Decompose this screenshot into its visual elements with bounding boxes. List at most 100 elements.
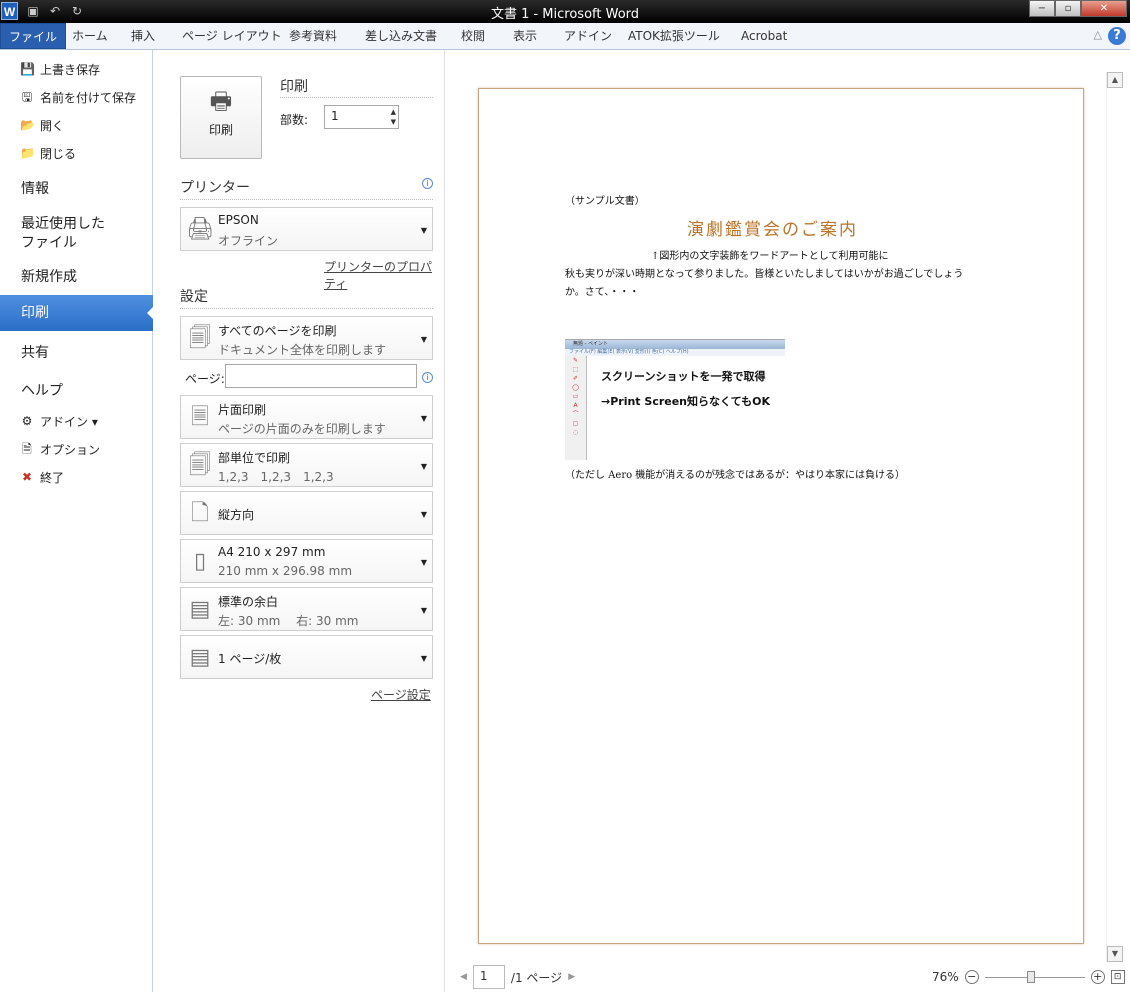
options-icon: 🗎	[22, 442, 32, 456]
window-title: 文書 1 - Microsoft Word	[490, 7, 640, 22]
open-folder-icon: 📂	[20, 118, 35, 132]
nav-info[interactable]: 情報	[21, 178, 49, 198]
scroll-up-icon[interactable]: ▲	[1107, 72, 1123, 88]
nav-close[interactable]: 📁 閉じる	[20, 142, 76, 164]
pages-input[interactable]	[225, 364, 417, 388]
nav-help[interactable]: ヘルプ	[21, 380, 63, 400]
info-icon[interactable]: i	[422, 372, 433, 383]
collate-dropdown[interactable]: 🗐 部単位で印刷 1,2,3 1,2,3 1,2,3 ▼	[180, 443, 433, 487]
close-folder-icon: 📁	[20, 146, 35, 160]
zoom-slider[interactable]	[984, 970, 1085, 983]
tab-view[interactable]: 表示	[507, 23, 543, 49]
paper-size-dropdown[interactable]: ▯ A4 210 x 297 mm 210 mm x 296.98 mm ▼	[180, 539, 433, 583]
nav-label: 開く	[40, 118, 65, 133]
sided-desc: ページの片面のみを印刷します	[218, 422, 386, 436]
pages-per-sheet-dropdown[interactable]: ▤ 1 ページ/枚 ▼	[180, 635, 433, 679]
tab-atok[interactable]: ATOK拡張ツール	[622, 23, 726, 49]
nav-addins[interactable]: ⚙ アドイン ▾	[20, 410, 98, 432]
orientation-dropdown[interactable]: 🗋 縦方向 ▼	[180, 491, 433, 535]
print-button[interactable]: 🖶 印刷	[180, 76, 262, 159]
embedded-screenshot: 無題 - ペイント ファイル(F) 編集(E) 表示(V) 変形(I) 色(C)…	[565, 339, 785, 460]
margins-desc: 左: 30 mm 右: 30 mm	[218, 614, 359, 628]
addin-icon: ⚙	[21, 414, 33, 428]
nav-recent-line2[interactable]: ファイル	[21, 232, 77, 252]
help-icon[interactable]: ?	[1108, 27, 1126, 45]
print-settings-panel: 🖶 印刷 印刷 部数: 1 ▲ ▼ プリンター i 🖨 EPSON オフライン ▼…	[153, 50, 445, 992]
paint-toolbox-icon: ✎ ⬚ ✐ ◯ ▭ A ⌒ ▢ ◌	[565, 356, 587, 460]
nav-label: 終了	[40, 470, 65, 485]
print-preview: （サンプル文書） 演劇鑑賞会のご案内 ↑図形内の文字装飾をワードアートとして利用…	[446, 50, 1130, 992]
nav-save[interactable]: 💾 上書き保存	[20, 58, 100, 80]
margins-dropdown[interactable]: ▤ 標準の余白 左: 30 mm 右: 30 mm ▼	[180, 587, 433, 631]
tab-review[interactable]: 校閲	[455, 23, 491, 49]
tab-insert[interactable]: 挿入	[125, 23, 161, 49]
scroll-down-icon[interactable]: ▼	[1107, 946, 1123, 962]
nav-recent-line1[interactable]: 最近使用した	[21, 213, 105, 233]
close-button[interactable]: ✕	[1081, 0, 1127, 17]
nav-save-as[interactable]: 🖫 名前を付けて保存	[20, 86, 136, 108]
body-line-1: 秋も実りが深い時期となって参りました。皆様といたしましてはいかがお過ごしでしょう	[565, 269, 964, 280]
current-page-input[interactable]: 1	[472, 965, 505, 989]
copies-value: 1	[331, 109, 339, 123]
nav-label: アドイン ▾	[40, 414, 98, 429]
orientation-title: 縦方向	[218, 508, 255, 522]
maximize-button[interactable]: ▫	[1055, 0, 1081, 17]
save-as-icon: 🖫	[21, 90, 33, 104]
print-range-dropdown[interactable]: 🗐 すべてのページを印刷 ドキュメント全体を印刷します ▼	[180, 316, 433, 360]
copies-stepper[interactable]: 1 ▲ ▼	[324, 105, 399, 129]
tab-page-layout[interactable]: ページ レイアウト	[176, 23, 288, 49]
sided-title: 片面印刷	[218, 403, 267, 417]
ribbon-tabs: ファイル ホーム 挿入 ページ レイアウト 参考資料 差し込み文書 校閲 表示 …	[0, 23, 1130, 50]
portrait-icon: 🗋	[191, 501, 209, 526]
previous-page-icon[interactable]: ◀	[460, 972, 467, 982]
tab-references[interactable]: 参考資料	[283, 23, 343, 49]
collate-desc: 1,2,3 1,2,3 1,2,3	[218, 470, 334, 484]
nav-new[interactable]: 新規作成	[21, 266, 77, 286]
zoom-out-icon[interactable]: −	[964, 970, 979, 984]
sided-dropdown[interactable]: 🗏 片面印刷 ページの片面のみを印刷します ▼	[180, 395, 433, 439]
window-controls: − ▫ ✕	[1029, 0, 1127, 17]
printer-heading: プリンター	[180, 180, 250, 196]
zoom-percent[interactable]: 76%	[932, 970, 959, 984]
zoom-slider-thumb[interactable]	[1026, 970, 1035, 983]
print-section-title: 印刷	[280, 79, 308, 95]
backstage-nav: 💾 上書き保存 🖫 名前を付けて保存 📂 開く 📁 閉じる 情報 最近使用した …	[0, 50, 154, 992]
tab-home[interactable]: ホーム	[66, 23, 114, 49]
margins-title: 標準の余白	[218, 595, 279, 609]
info-icon[interactable]: i	[422, 178, 433, 189]
screenshot-line-1: スクリーンショットを一発で取得	[601, 370, 766, 383]
nav-label: オプション	[40, 442, 101, 457]
zoom-in-icon[interactable]: +	[1090, 970, 1105, 984]
vertical-scrollbar[interactable]: ▲ ▼	[1106, 72, 1123, 962]
zoom-to-page-icon[interactable]: ⊡	[1110, 970, 1125, 984]
screenshot-line-2: →Print Screen知らなくてもOK	[601, 395, 771, 408]
pages-per-sheet-icon: ▤	[189, 645, 211, 670]
exit-icon: ✖	[21, 470, 33, 484]
printer-dropdown[interactable]: 🖨 EPSON オフライン ▼	[180, 207, 433, 251]
nav-share[interactable]: 共有	[21, 342, 49, 362]
tab-file[interactable]: ファイル	[0, 23, 67, 49]
save-icon: 💾	[20, 62, 35, 76]
one-sided-icon: 🗏	[191, 405, 209, 430]
collate-title: 部単位で印刷	[218, 451, 291, 465]
screenshot-title-bar: 無題 - ペイント	[565, 340, 785, 349]
page-setup-link[interactable]: ページ設定	[371, 686, 431, 703]
nav-label: 名前を付けて保存	[40, 90, 137, 105]
minimize-ribbon-icon[interactable]: △	[1094, 28, 1102, 41]
tab-addins[interactable]: アドイン	[558, 23, 618, 49]
chevron-down-icon: ▼	[420, 654, 427, 663]
tab-mailings[interactable]: 差し込み文書	[359, 23, 443, 49]
nav-options[interactable]: 🗎 オプション	[20, 438, 100, 460]
stepper-arrows-icon[interactable]: ▲ ▼	[391, 107, 396, 127]
persheet-title: 1 ページ/枚	[218, 652, 282, 666]
page-navigator: ◀ 1 /1 ページ ▶	[460, 965, 575, 989]
nav-exit[interactable]: ✖ 終了	[20, 466, 64, 488]
nav-open[interactable]: 📂 開く	[20, 114, 64, 136]
nav-print[interactable]: 印刷	[0, 295, 154, 331]
printer-icon: 🖶	[209, 87, 233, 115]
next-page-icon[interactable]: ▶	[568, 972, 575, 982]
pages-label: ページ:	[185, 372, 225, 386]
tab-acrobat[interactable]: Acrobat	[735, 23, 793, 49]
minimize-button[interactable]: −	[1029, 0, 1055, 17]
printer-properties-link[interactable]: プリンターのプロパティ	[324, 258, 444, 292]
